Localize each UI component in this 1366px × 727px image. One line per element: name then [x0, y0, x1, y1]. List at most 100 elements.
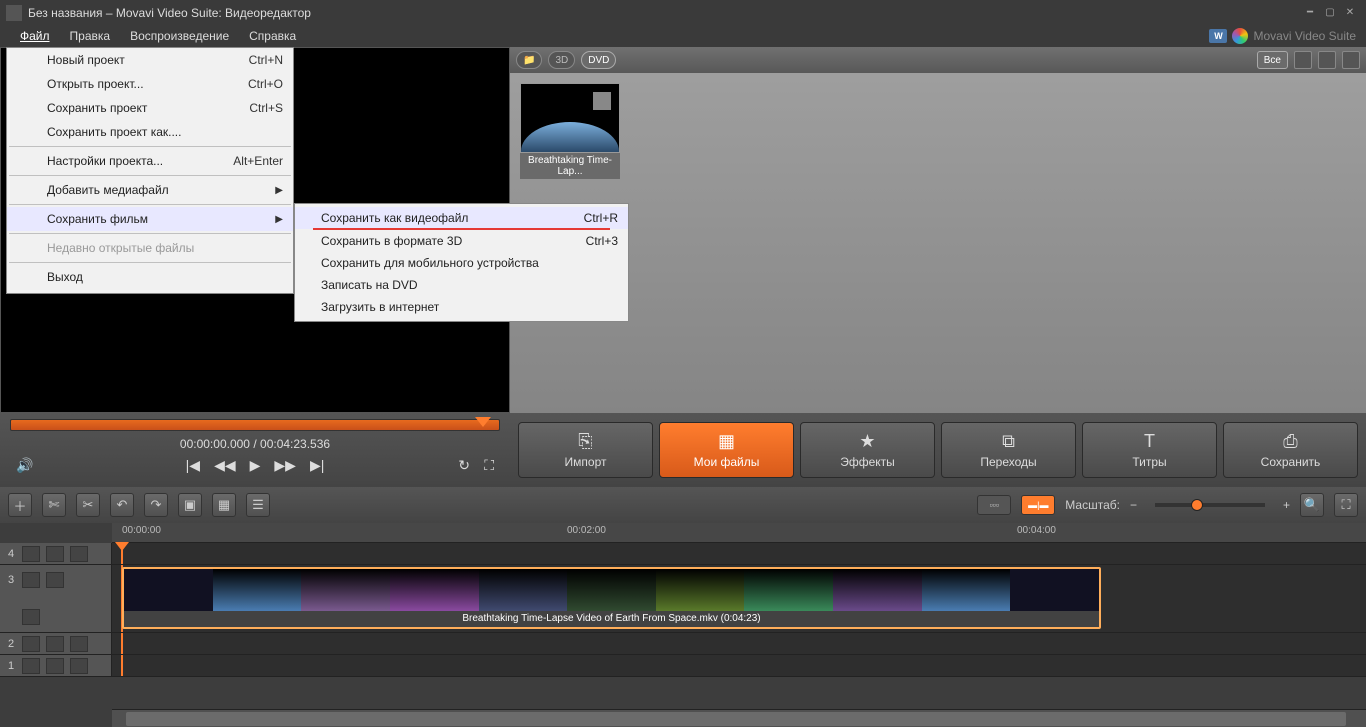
menu-help[interactable]: Справка [239, 27, 306, 45]
audio-mute-icon[interactable] [22, 609, 40, 625]
zoom-fit-button[interactable]: 🔍 [1300, 493, 1324, 517]
menu-save-movie[interactable]: Сохранить фильм▶ [7, 207, 293, 231]
maximize-button[interactable]: ▢ [1320, 7, 1340, 18]
close-button[interactable]: ✕ [1340, 7, 1360, 18]
skip-end-icon[interactable]: ▶| [310, 457, 324, 474]
filter-audio-icon[interactable] [1342, 51, 1360, 69]
tab-transitions[interactable]: ⧉Переходы [941, 422, 1076, 478]
library-pane: 📁 3D DVD Все Breathtaking Time-Lap... [510, 47, 1366, 413]
track-body[interactable] [112, 655, 1366, 676]
toolbar: ＋ ✄ ✂ ↶ ↷ ▣ ▦ ☰ ▫▫▫ ▬|▬ Масштаб: − + 🔍 ⛶ [0, 487, 1366, 523]
track-body[interactable] [112, 543, 1366, 564]
menu-project-settings[interactable]: Настройки проекта...Alt+Enter [7, 149, 293, 173]
brand-area: W Movavi Video Suite [1209, 28, 1356, 44]
menu-exit[interactable]: Выход [7, 265, 293, 289]
playhead[interactable] [121, 633, 123, 654]
scrollbar-thumb[interactable] [126, 712, 1346, 726]
tab-titles[interactable]: TТитры [1082, 422, 1217, 478]
time-readout: 00:00:00.000 / 00:04:23.536 [10, 437, 500, 451]
vk-icon[interactable]: W [1209, 29, 1227, 43]
text-icon: T [1144, 431, 1155, 452]
playhead[interactable] [121, 655, 123, 676]
zoom-knob[interactable] [1191, 499, 1203, 511]
skip-start-icon[interactable]: |◀ [186, 457, 200, 474]
menu-add-media[interactable]: Добавить медиафайл▶ [7, 178, 293, 202]
properties-button[interactable]: ☰ [246, 493, 270, 517]
tab-save[interactable]: ⎙Сохранить [1223, 422, 1358, 478]
star-icon: ★ [859, 431, 875, 452]
track-eye-icon[interactable] [70, 636, 88, 652]
color-wheel-icon[interactable] [1232, 28, 1248, 44]
library-item[interactable]: Breathtaking Time-Lap... [520, 83, 620, 179]
menu-save-project[interactable]: Сохранить проектCtrl+S [7, 96, 293, 120]
add-button[interactable]: ＋ [8, 493, 32, 517]
tab-effects[interactable]: ★Эффекты [800, 422, 935, 478]
track-audio-2: 2 [0, 633, 1366, 655]
track-eye-icon[interactable] [70, 658, 88, 674]
zoom-slider[interactable] [1155, 503, 1265, 507]
rewind-icon[interactable]: ◀◀ [214, 457, 236, 474]
horizontal-scrollbar[interactable] [112, 709, 1366, 727]
fullscreen-icon[interactable]: ⛶ [484, 457, 494, 474]
forward-icon[interactable]: ▶▶ [274, 457, 296, 474]
folder-icon: 📁 [523, 55, 535, 66]
library-thumbnail[interactable] [520, 83, 620, 153]
files-icon: ▦ [718, 431, 735, 452]
play-icon[interactable]: ▶ [250, 457, 261, 474]
volume-icon[interactable]: 🔊 [16, 457, 33, 474]
3d-button[interactable]: 3D [548, 51, 575, 69]
minimize-button[interactable]: ━ [1300, 7, 1320, 18]
playhead[interactable] [121, 543, 123, 564]
zoom-out-icon[interactable]: − [1130, 498, 1137, 512]
track-audio-1: 1 [0, 655, 1366, 677]
chevron-right-icon: ▶ [275, 214, 283, 225]
submenu-upload-web[interactable]: Загрузить в интернет [295, 296, 628, 318]
menu-file[interactable]: Файл [10, 27, 60, 45]
track-link-icon[interactable] [46, 572, 64, 588]
menu-open-project[interactable]: Открыть проект...Ctrl+O [7, 72, 293, 96]
storyboard-mode-button[interactable]: ▫▫▫ [977, 495, 1011, 515]
menu-edit[interactable]: Правка [60, 27, 121, 45]
track-link-icon[interactable] [46, 658, 64, 674]
audio-track-icon [22, 658, 40, 674]
time-ruler[interactable]: 00:00:00 00:02:00 00:04:00 [112, 523, 1366, 543]
folder-button[interactable]: 📁 [516, 51, 542, 69]
filter-video-icon[interactable] [1294, 51, 1312, 69]
loop-icon[interactable]: ↻ [458, 457, 470, 474]
track-body[interactable] [112, 633, 1366, 654]
progress-handle[interactable] [475, 417, 491, 427]
dvd-button[interactable]: DVD [581, 51, 616, 69]
submenu-save-3d[interactable]: Сохранить в формате 3DCtrl+3 [295, 230, 628, 252]
track-link-icon[interactable] [46, 636, 64, 652]
undo-button[interactable]: ↶ [110, 493, 134, 517]
filter-image-icon[interactable] [1318, 51, 1336, 69]
split-button[interactable]: ✂ [76, 493, 100, 517]
save-icon: ⎙ [1283, 431, 1297, 452]
settings-button[interactable]: ▦ [212, 493, 236, 517]
title-track-icon [22, 546, 40, 562]
submenu-save-video[interactable]: Сохранить как видеофайлCtrl+R [295, 207, 628, 229]
menu-playback[interactable]: Воспроизведение [120, 27, 239, 45]
expand-button[interactable]: ⛶ [1334, 493, 1358, 517]
track-body[interactable]: Breathtaking Time-Lapse Video of Earth F… [112, 565, 1366, 632]
tab-my-files[interactable]: ▦Мои файлы [659, 422, 794, 478]
progress-bar[interactable] [10, 419, 500, 431]
chevron-right-icon: ▶ [275, 185, 283, 196]
menu-save-project-as[interactable]: Сохранить проект как.... [7, 120, 293, 144]
track-link-icon[interactable] [46, 546, 64, 562]
submenu-save-mobile[interactable]: Сохранить для мобильного устройства [295, 252, 628, 274]
redo-button[interactable]: ↷ [144, 493, 168, 517]
crop-button[interactable]: ▣ [178, 493, 202, 517]
filter-all-button[interactable]: Все [1257, 51, 1288, 69]
track-eye-icon[interactable] [70, 546, 88, 562]
tab-import[interactable]: ⎘Импорт [518, 422, 653, 478]
main-tabs: ⎘Импорт ▦Мои файлы ★Эффекты ⧉Переходы TТ… [510, 413, 1366, 487]
clip-label: Breathtaking Time-Lapse Video of Earth F… [124, 611, 1099, 627]
zoom-in-icon[interactable]: + [1283, 498, 1290, 512]
track-video: 3 Breathtaking Time-Lapse Video of Earth… [0, 565, 1366, 633]
timeline-mode-button[interactable]: ▬|▬ [1021, 495, 1055, 515]
submenu-burn-dvd[interactable]: Записать на DVD [295, 274, 628, 296]
cut-button[interactable]: ✄ [42, 493, 66, 517]
menu-new-project[interactable]: Новый проектCtrl+N [7, 48, 293, 72]
video-clip[interactable]: Breathtaking Time-Lapse Video of Earth F… [122, 567, 1101, 629]
